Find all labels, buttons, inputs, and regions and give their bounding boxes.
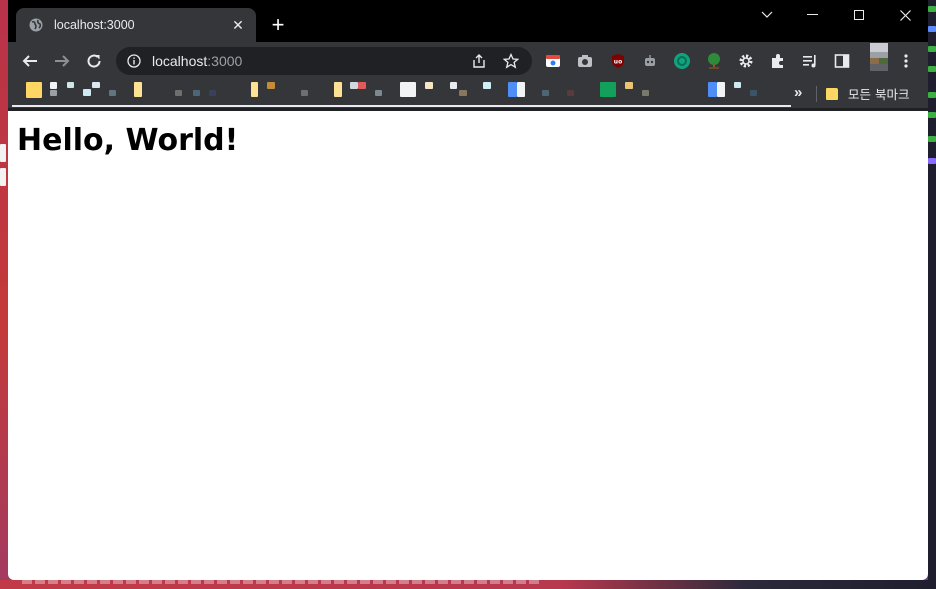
tab-title: localhost:3000 <box>54 18 135 32</box>
bookmark-item[interactable] <box>26 82 42 98</box>
bookmarks-separator <box>816 86 817 102</box>
forward-arrow-icon[interactable] <box>50 49 74 73</box>
bookmark-item[interactable] <box>517 82 525 97</box>
bookmark-item[interactable] <box>400 82 416 97</box>
window-controls <box>744 0 928 30</box>
bookmark-item[interactable] <box>209 90 216 96</box>
all-bookmarks-label: 모든 북마크 <box>848 87 910 102</box>
site-info-icon[interactable] <box>126 53 142 69</box>
new-tab-button[interactable]: + <box>266 14 290 38</box>
url-text[interactable]: localhost:3000 <box>152 53 458 69</box>
bookmark-item[interactable] <box>267 82 275 89</box>
profile-avatar[interactable] <box>868 42 890 72</box>
bookmark-item[interactable] <box>175 90 182 96</box>
bookmark-item[interactable] <box>350 82 358 89</box>
bookmark-item[interactable] <box>425 82 433 89</box>
bookmarks-overflow-button[interactable]: » <box>794 84 802 101</box>
bookmark-item[interactable] <box>83 89 91 96</box>
bookmark-item[interactable] <box>450 82 457 89</box>
bookmark-item[interactable] <box>459 90 467 96</box>
tab-localhost[interactable]: localhost:3000 ✕ <box>16 8 256 42</box>
globe-icon <box>28 17 44 33</box>
bookmark-item[interactable] <box>375 90 382 96</box>
ublock-icon[interactable]: uo <box>608 51 628 71</box>
bookmark-item[interactable] <box>600 82 616 97</box>
bookmark-item[interactable] <box>625 82 633 89</box>
bookmark-item[interactable] <box>642 90 649 96</box>
bookmark-item[interactable] <box>92 82 100 88</box>
chrome-icon[interactable] <box>543 51 563 71</box>
bookmark-item[interactable] <box>334 82 342 97</box>
bookmark-item[interactable] <box>67 82 74 88</box>
bookmark-item[interactable] <box>50 82 57 89</box>
folder-icon <box>826 87 838 100</box>
page-content: Hello, World! <box>8 111 928 580</box>
all-bookmarks-button[interactable]: 모든 북마크 <box>826 84 909 103</box>
bookmark-item[interactable] <box>567 90 574 96</box>
background-window-edge <box>0 138 8 192</box>
bookmarks-bar <box>8 80 928 108</box>
bookmark-item[interactable] <box>542 90 549 96</box>
url-host: localhost <box>152 53 208 69</box>
back-arrow-icon[interactable] <box>18 49 42 73</box>
bookmarks-bar-divider <box>12 105 791 107</box>
robot-icon[interactable] <box>640 51 660 71</box>
bookmark-item[interactable] <box>708 82 717 97</box>
sidepanel-icon[interactable] <box>832 51 852 71</box>
bookmark-item[interactable] <box>50 90 57 96</box>
reload-icon[interactable] <box>82 49 106 73</box>
close-icon[interactable] <box>882 0 928 30</box>
tree-icon[interactable] <box>704 51 724 71</box>
bookmark-item[interactable] <box>508 82 517 97</box>
bookmark-item[interactable] <box>734 82 741 88</box>
bookmark-item[interactable] <box>483 82 491 89</box>
camera-icon[interactable] <box>575 51 595 71</box>
address-bar[interactable]: localhost:3000 <box>116 47 532 75</box>
minimize-icon[interactable] <box>790 0 836 30</box>
tab-strip: localhost:3000 ✕ + <box>8 0 928 42</box>
openai-icon[interactable] <box>672 51 692 71</box>
browser-window: localhost:3000 ✕ + localhost:3000 uo » 모… <box>8 0 928 580</box>
bookmark-item[interactable] <box>750 90 757 96</box>
bookmark-item[interactable] <box>134 82 142 97</box>
page-heading: Hello, World! <box>17 123 239 158</box>
maximize-icon[interactable] <box>836 0 882 30</box>
background-code-window <box>928 0 936 589</box>
star-icon[interactable] <box>500 50 522 72</box>
toolbar: localhost:3000 uo <box>8 42 928 80</box>
bookmark-item[interactable] <box>193 90 200 96</box>
bookmark-item[interactable] <box>251 82 258 97</box>
svg-text:uo: uo <box>614 59 622 66</box>
bookmark-item[interactable] <box>717 82 725 97</box>
bookmark-item[interactable] <box>301 90 308 96</box>
tab-close-icon[interactable]: ✕ <box>230 17 246 33</box>
media-icon[interactable] <box>800 51 820 71</box>
bookmark-item[interactable] <box>109 90 116 96</box>
more-vert-icon[interactable] <box>896 51 916 71</box>
puzzle-icon[interactable] <box>768 51 788 71</box>
gear-icon[interactable] <box>736 51 756 71</box>
url-port: :3000 <box>207 53 243 69</box>
chevron-down-icon[interactable] <box>744 0 790 30</box>
share-icon[interactable] <box>468 50 490 72</box>
bookmark-item[interactable] <box>358 82 366 89</box>
